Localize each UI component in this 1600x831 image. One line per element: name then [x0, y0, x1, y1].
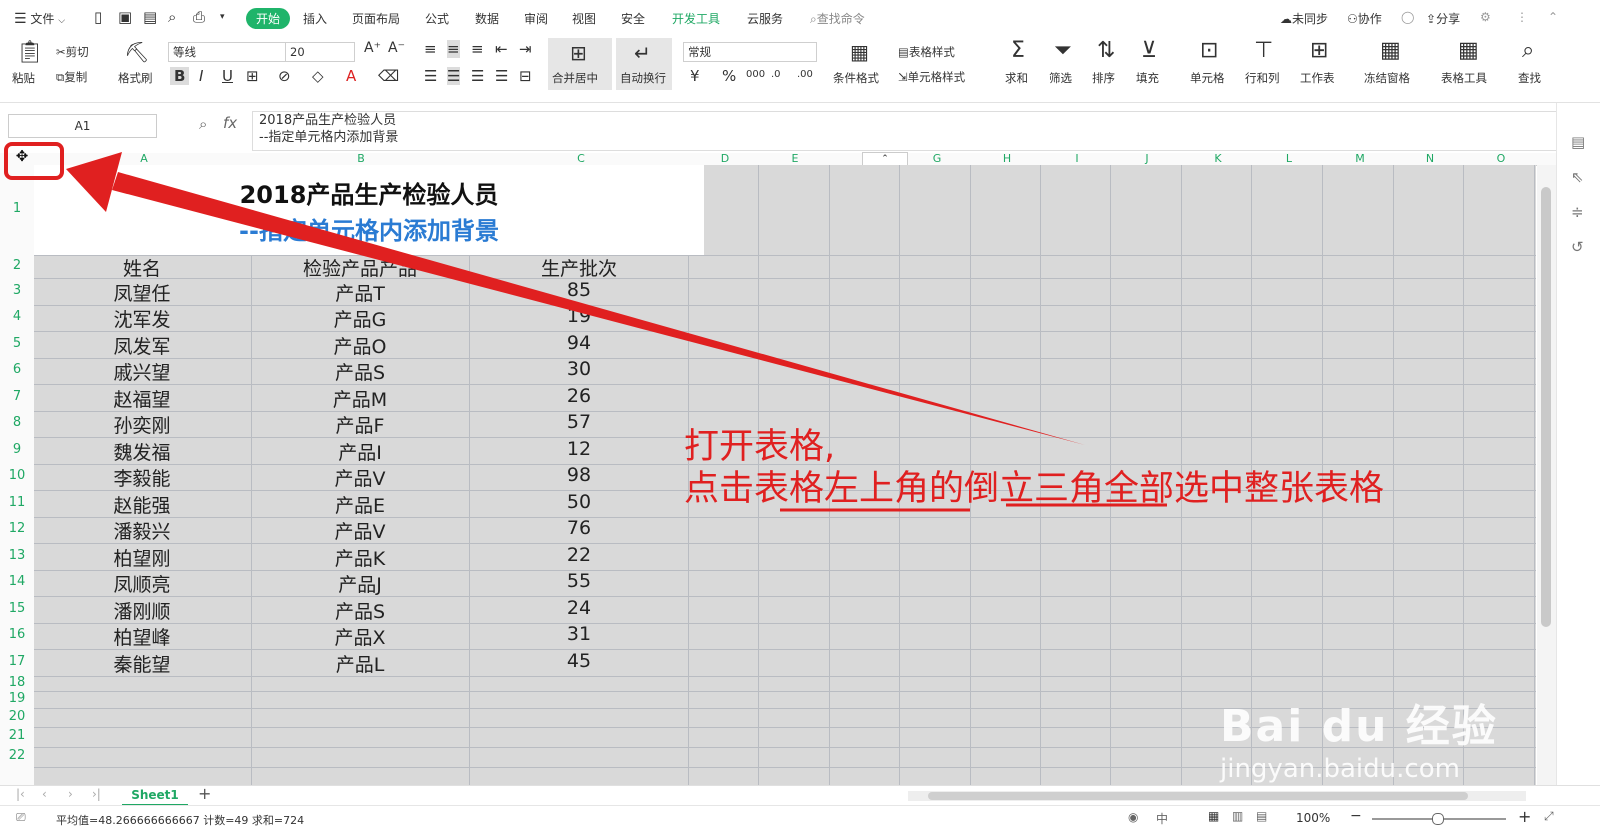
next-sheet-icon[interactable]: ›	[68, 787, 73, 801]
zoom-out-icon[interactable]: −	[1350, 808, 1362, 824]
normal-view-icon[interactable]: ▦	[1208, 809, 1219, 823]
page-layout-view-icon[interactable]: ▥	[1232, 809, 1243, 823]
add-sheet-icon[interactable]: +	[198, 784, 211, 803]
zoom-slider-thumb[interactable]	[1432, 813, 1444, 825]
arrow-shaft	[112, 172, 1085, 445]
highlight-box	[4, 142, 64, 180]
zoom-level[interactable]: 100%	[1296, 811, 1330, 825]
page-break-view-icon[interactable]: ▤	[1256, 809, 1267, 823]
horizontal-scrollbar[interactable]	[908, 791, 1526, 801]
zoom-in-icon[interactable]: +	[1518, 807, 1531, 826]
watermark-url: jingyan.baidu.com	[1220, 754, 1460, 784]
status-bar: ⎚ 平均值=48.266666666667 计数=49 求和=724 ◉ 中 ▦…	[0, 805, 1600, 831]
prev-sheet-icon[interactable]: ‹	[42, 787, 47, 801]
watermark: Bai du 经验 jingyan.baidu.com	[1220, 690, 1498, 784]
arrow-head	[66, 152, 122, 212]
fullscreen-icon[interactable]: ⤢	[1544, 809, 1554, 824]
sheet-tab-sheet1[interactable]: Sheet1	[122, 786, 188, 806]
zoom-slider[interactable]	[1372, 813, 1506, 825]
horizontal-scroll-thumb[interactable]	[928, 792, 1468, 800]
status-summary: 平均值=48.266666666667 计数=49 求和=724	[56, 814, 305, 827]
macro-icon[interactable]: ⎚	[16, 810, 26, 825]
watermark-brand: Bai du 经验	[1220, 701, 1498, 752]
annotation-line-2: 点击表格左上角的倒立三角全部选中整张表格	[684, 469, 1385, 509]
sheet-tab-bar: |‹ ‹ › ›| Sheet1 +	[0, 784, 1600, 806]
last-sheet-icon[interactable]: ›|	[92, 787, 101, 801]
input-method-icon[interactable]: 中	[1156, 810, 1168, 827]
eye-protect-icon[interactable]: ◉	[1128, 810, 1138, 824]
first-sheet-icon[interactable]: |‹	[16, 787, 25, 801]
